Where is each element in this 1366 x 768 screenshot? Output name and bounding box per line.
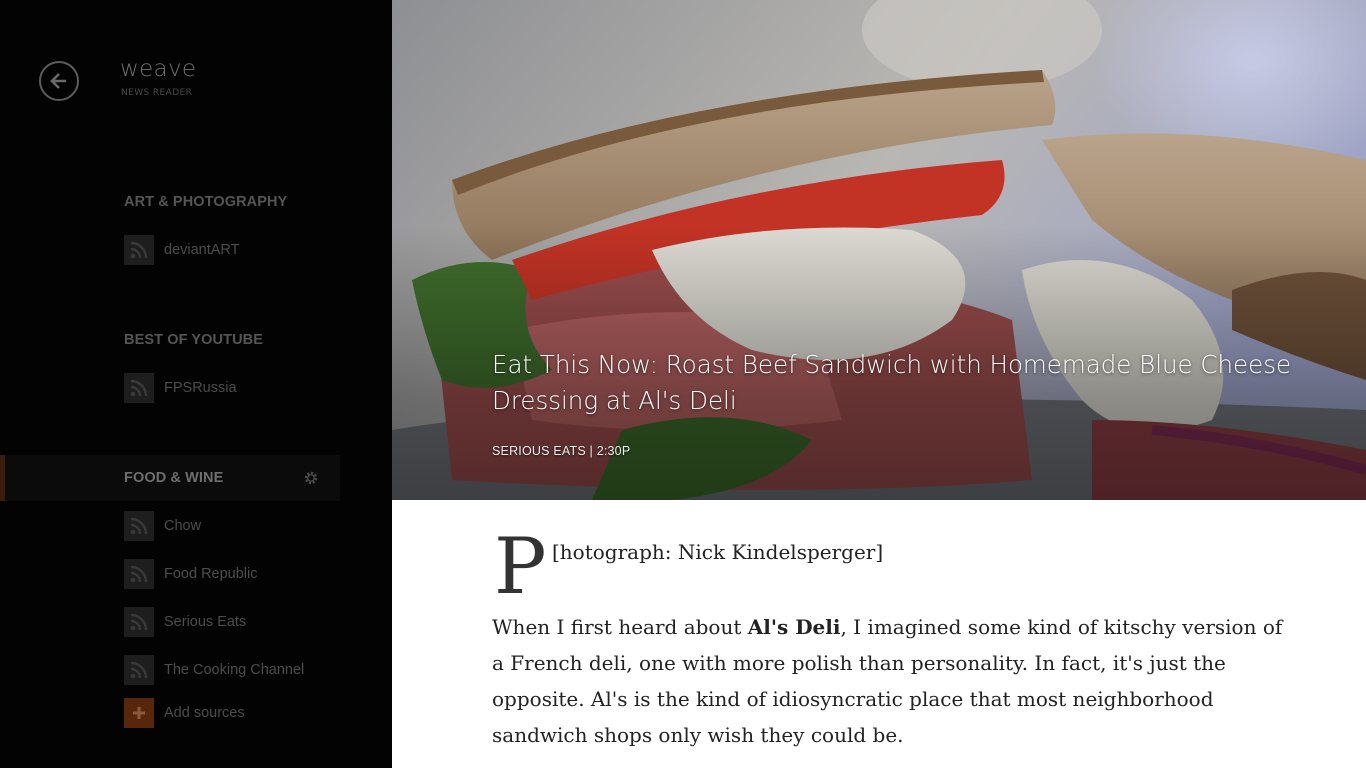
app-subtitle: NEWS READER (121, 88, 193, 98)
gear-icon[interactable] (303, 470, 319, 486)
hero-image[interactable]: Eat This Now: Roast Beef Sandwich with H… (392, 0, 1366, 500)
category-header-best-of-youtube[interactable]: BEST OF YOUTUBE (124, 332, 263, 348)
add-sources-label: Add sources (164, 705, 245, 721)
back-arrow-icon (50, 73, 66, 89)
feed-label: FPSRussia (164, 380, 237, 396)
rss-icon (124, 235, 154, 265)
add-sources-button[interactable]: Add sources (124, 698, 245, 728)
sidebar: weave NEWS READER ART & PHOTOGRAPHY devi… (0, 0, 392, 768)
feed-item-chow[interactable]: Chow (124, 511, 201, 541)
back-button[interactable] (39, 61, 79, 101)
article-paragraph: When I first heard about Al's Deli, I im… (492, 609, 1292, 753)
feed-item-fpsrussia[interactable]: FPSRussia (124, 373, 237, 403)
paragraph-text-start: When I first heard about (492, 615, 748, 639)
rss-icon (124, 373, 154, 403)
feed-item-the-cooking-channel[interactable]: The Cooking Channel (124, 655, 304, 685)
feed-label: Chow (164, 518, 202, 534)
feed-label: deviantART (164, 242, 240, 258)
photo-caption: [hotograph: Nick Kindelsperger] (552, 540, 884, 564)
rss-icon (124, 559, 154, 589)
plus-icon (124, 698, 154, 728)
feed-item-food-republic[interactable]: Food Republic (124, 559, 258, 589)
feed-item-serious-eats[interactable]: Serious Eats (124, 607, 246, 637)
byline-separator: | (589, 444, 593, 458)
hero-shade (392, 0, 1366, 500)
article-headline[interactable]: Eat This Now: Roast Beef Sandwich with H… (492, 347, 1292, 419)
rss-icon (124, 655, 154, 685)
app-title: weave (120, 56, 197, 82)
category-header-food-wine[interactable]: FOOD & WINE (124, 470, 223, 486)
paragraph-bold-link[interactable]: Al's Deli (748, 615, 841, 639)
active-indicator (0, 455, 5, 501)
article-byline: SERIOUS EATS | 2:30P (492, 444, 630, 458)
article-source[interactable]: SERIOUS EATS (492, 444, 586, 458)
feed-item-deviantart[interactable]: deviantART (124, 235, 240, 265)
rss-icon (124, 607, 154, 637)
feed-label: The Cooking Channel (164, 662, 305, 678)
feed-label: Serious Eats (164, 614, 247, 630)
drop-cap: P (494, 522, 547, 612)
rss-icon (124, 511, 154, 541)
feed-label: Food Republic (164, 566, 258, 582)
article-time: 2:30P (596, 444, 631, 458)
category-header-art-photography[interactable]: ART & PHOTOGRAPHY (124, 194, 287, 210)
